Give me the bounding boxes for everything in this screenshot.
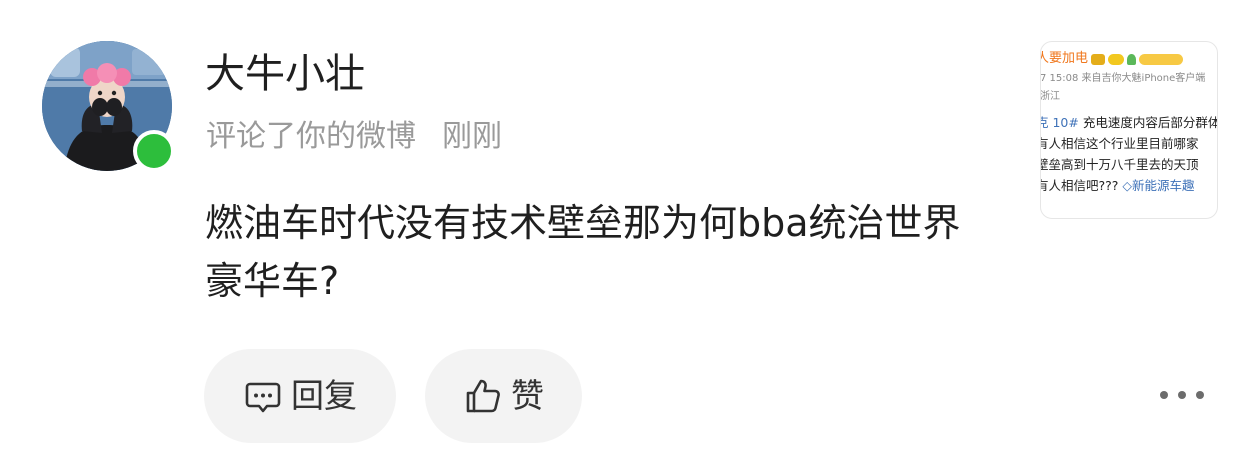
more-dot bbox=[1178, 391, 1186, 399]
crown-badge-icon bbox=[1091, 53, 1106, 65]
quoted-line: 克 10# 充电速度内容后部分群体 bbox=[1040, 112, 1218, 133]
topic-link-label: 新能源车趣 bbox=[1132, 178, 1195, 193]
quoted-line: 壁垒高到十万八千里去的天顶 bbox=[1040, 154, 1217, 175]
avatar-container[interactable] bbox=[42, 41, 175, 172]
quoted-post-header: 人要加电 bbox=[1040, 50, 1184, 68]
quoted-post-text: 克 10# 充电速度内容后部分群体 有人相信这个行业里目前哪家 壁垒高到十万八千… bbox=[1040, 112, 1218, 196]
more-dots-icon[interactable] bbox=[1160, 380, 1204, 410]
more-dot bbox=[1160, 391, 1168, 399]
like-button[interactable]: 赞 bbox=[425, 349, 582, 443]
notification-meta: 评论了你的微博 刚刚 bbox=[206, 115, 502, 159]
quoted-post-location: 浙江 bbox=[1040, 91, 1060, 102]
level-badge-icon bbox=[1108, 53, 1125, 65]
quoted-post-meta: 7 15:08 来自吉你大魅iPhone客户端 bbox=[1040, 73, 1206, 84]
online-status-dot bbox=[133, 130, 175, 172]
reply-button[interactable]: 回复 bbox=[204, 349, 396, 443]
quoted-post-thumbnail[interactable]: 人要加电 7 15:08 来自吉你大魅iPhone客户端 浙江 克 10# 充电… bbox=[1040, 41, 1218, 219]
quoted-line: 有人相信这个行业里目前哪家 bbox=[1040, 133, 1217, 154]
quoted-line-tag: 克 10# bbox=[1040, 115, 1079, 130]
thumbs-up-icon bbox=[463, 376, 503, 416]
username[interactable]: 大牛小壮 bbox=[205, 48, 365, 100]
quoted-post-author: 人要加电 bbox=[1040, 51, 1089, 66]
comment-text[interactable]: 燃油车时代没有技术壁垒那为何bba统治世界豪华车? bbox=[205, 194, 995, 310]
sprout-badge-icon bbox=[1127, 53, 1137, 65]
quoted-line-text: 充电速度内容后部分群体 bbox=[1078, 115, 1218, 130]
like-label: 赞 bbox=[511, 376, 544, 415]
quoted-line-text: 有人相信吧??? bbox=[1040, 178, 1119, 193]
quoted-line-text: 壁垒高到十万八千里去的天顶 bbox=[1040, 157, 1199, 172]
comment-bubble-icon bbox=[243, 376, 283, 416]
reply-label: 回复 bbox=[291, 376, 357, 415]
quoted-line-text: 有人相信这个行业里目前哪家 bbox=[1040, 136, 1199, 151]
timestamp: 刚刚 bbox=[442, 119, 502, 154]
member-badge-icon bbox=[1139, 53, 1184, 65]
action-text: 评论了你的微博 bbox=[206, 119, 416, 154]
notification-item: 大牛小壮 评论了你的微博 刚刚 燃油车时代没有技术壁垒那为何bba统治世界豪华车?… bbox=[0, 0, 1260, 465]
topic-link[interactable]: ◇新能源车趣 bbox=[1118, 178, 1194, 193]
more-dot bbox=[1196, 391, 1204, 399]
quoted-line: 有人相信吧??? ◇新能源车趣 bbox=[1040, 175, 1217, 196]
